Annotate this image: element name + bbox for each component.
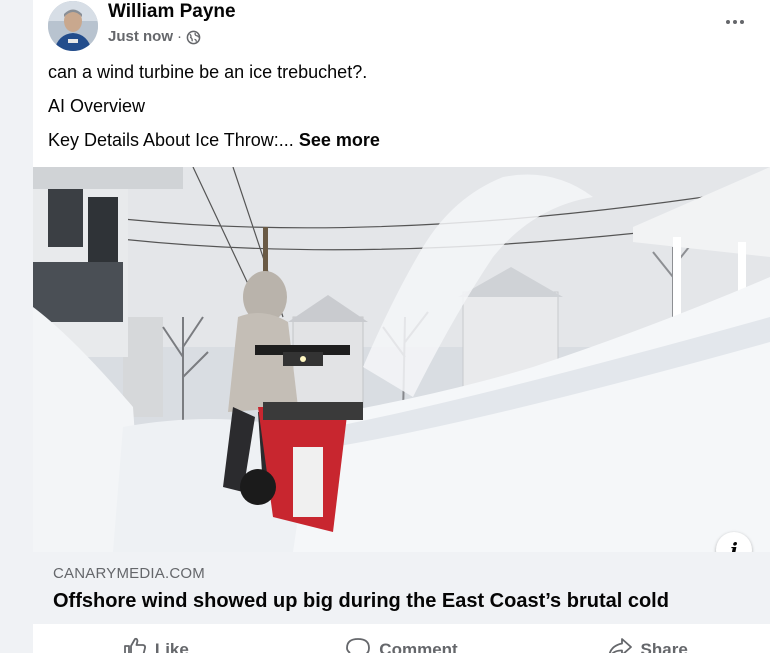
globe-icon[interactable]	[186, 30, 201, 45]
see-more-link[interactable]: See more	[299, 130, 380, 150]
post-header: William Payne Just now ·	[33, 0, 770, 58]
post-text-line-2: AI Overview	[48, 96, 146, 116]
share-button[interactable]: Share	[524, 624, 770, 653]
link-preview[interactable]: CANARYMEDIA.COM Offshore wind showed up …	[33, 552, 770, 624]
meta-separator: ·	[177, 28, 183, 45]
post-card: William Payne Just now · can a wind turb…	[33, 0, 770, 653]
author-name[interactable]: William Payne	[108, 1, 236, 23]
thumbs-up-icon	[123, 637, 155, 653]
like-label: Like	[154, 640, 189, 653]
post-meta: Just now ·	[108, 28, 201, 46]
avatar[interactable]	[48, 1, 98, 51]
share-label: Share	[640, 640, 688, 653]
action-bar: Like Comment Share	[33, 624, 770, 653]
comment-label: Comment	[379, 640, 458, 653]
like-button[interactable]: Like	[33, 624, 279, 653]
comment-button[interactable]: Comment	[279, 624, 525, 653]
more-options-icon[interactable]	[720, 10, 750, 34]
share-icon	[607, 637, 641, 653]
post-text-line-3: Key Details About Ice Throw:... See more	[48, 129, 380, 151]
comment-icon	[345, 637, 379, 653]
timestamp[interactable]: Just now	[108, 28, 173, 46]
link-headline[interactable]: Offshore wind showed up big during the E…	[53, 589, 669, 613]
post-text-line-3-content: Key Details About Ice Throw:...	[48, 130, 294, 150]
post-text-line-1: can a wind turbine be an ice trebuchet?.	[48, 62, 368, 82]
link-domain: CANARYMEDIA.COM	[53, 565, 205, 582]
link-preview-image[interactable]	[33, 167, 770, 552]
